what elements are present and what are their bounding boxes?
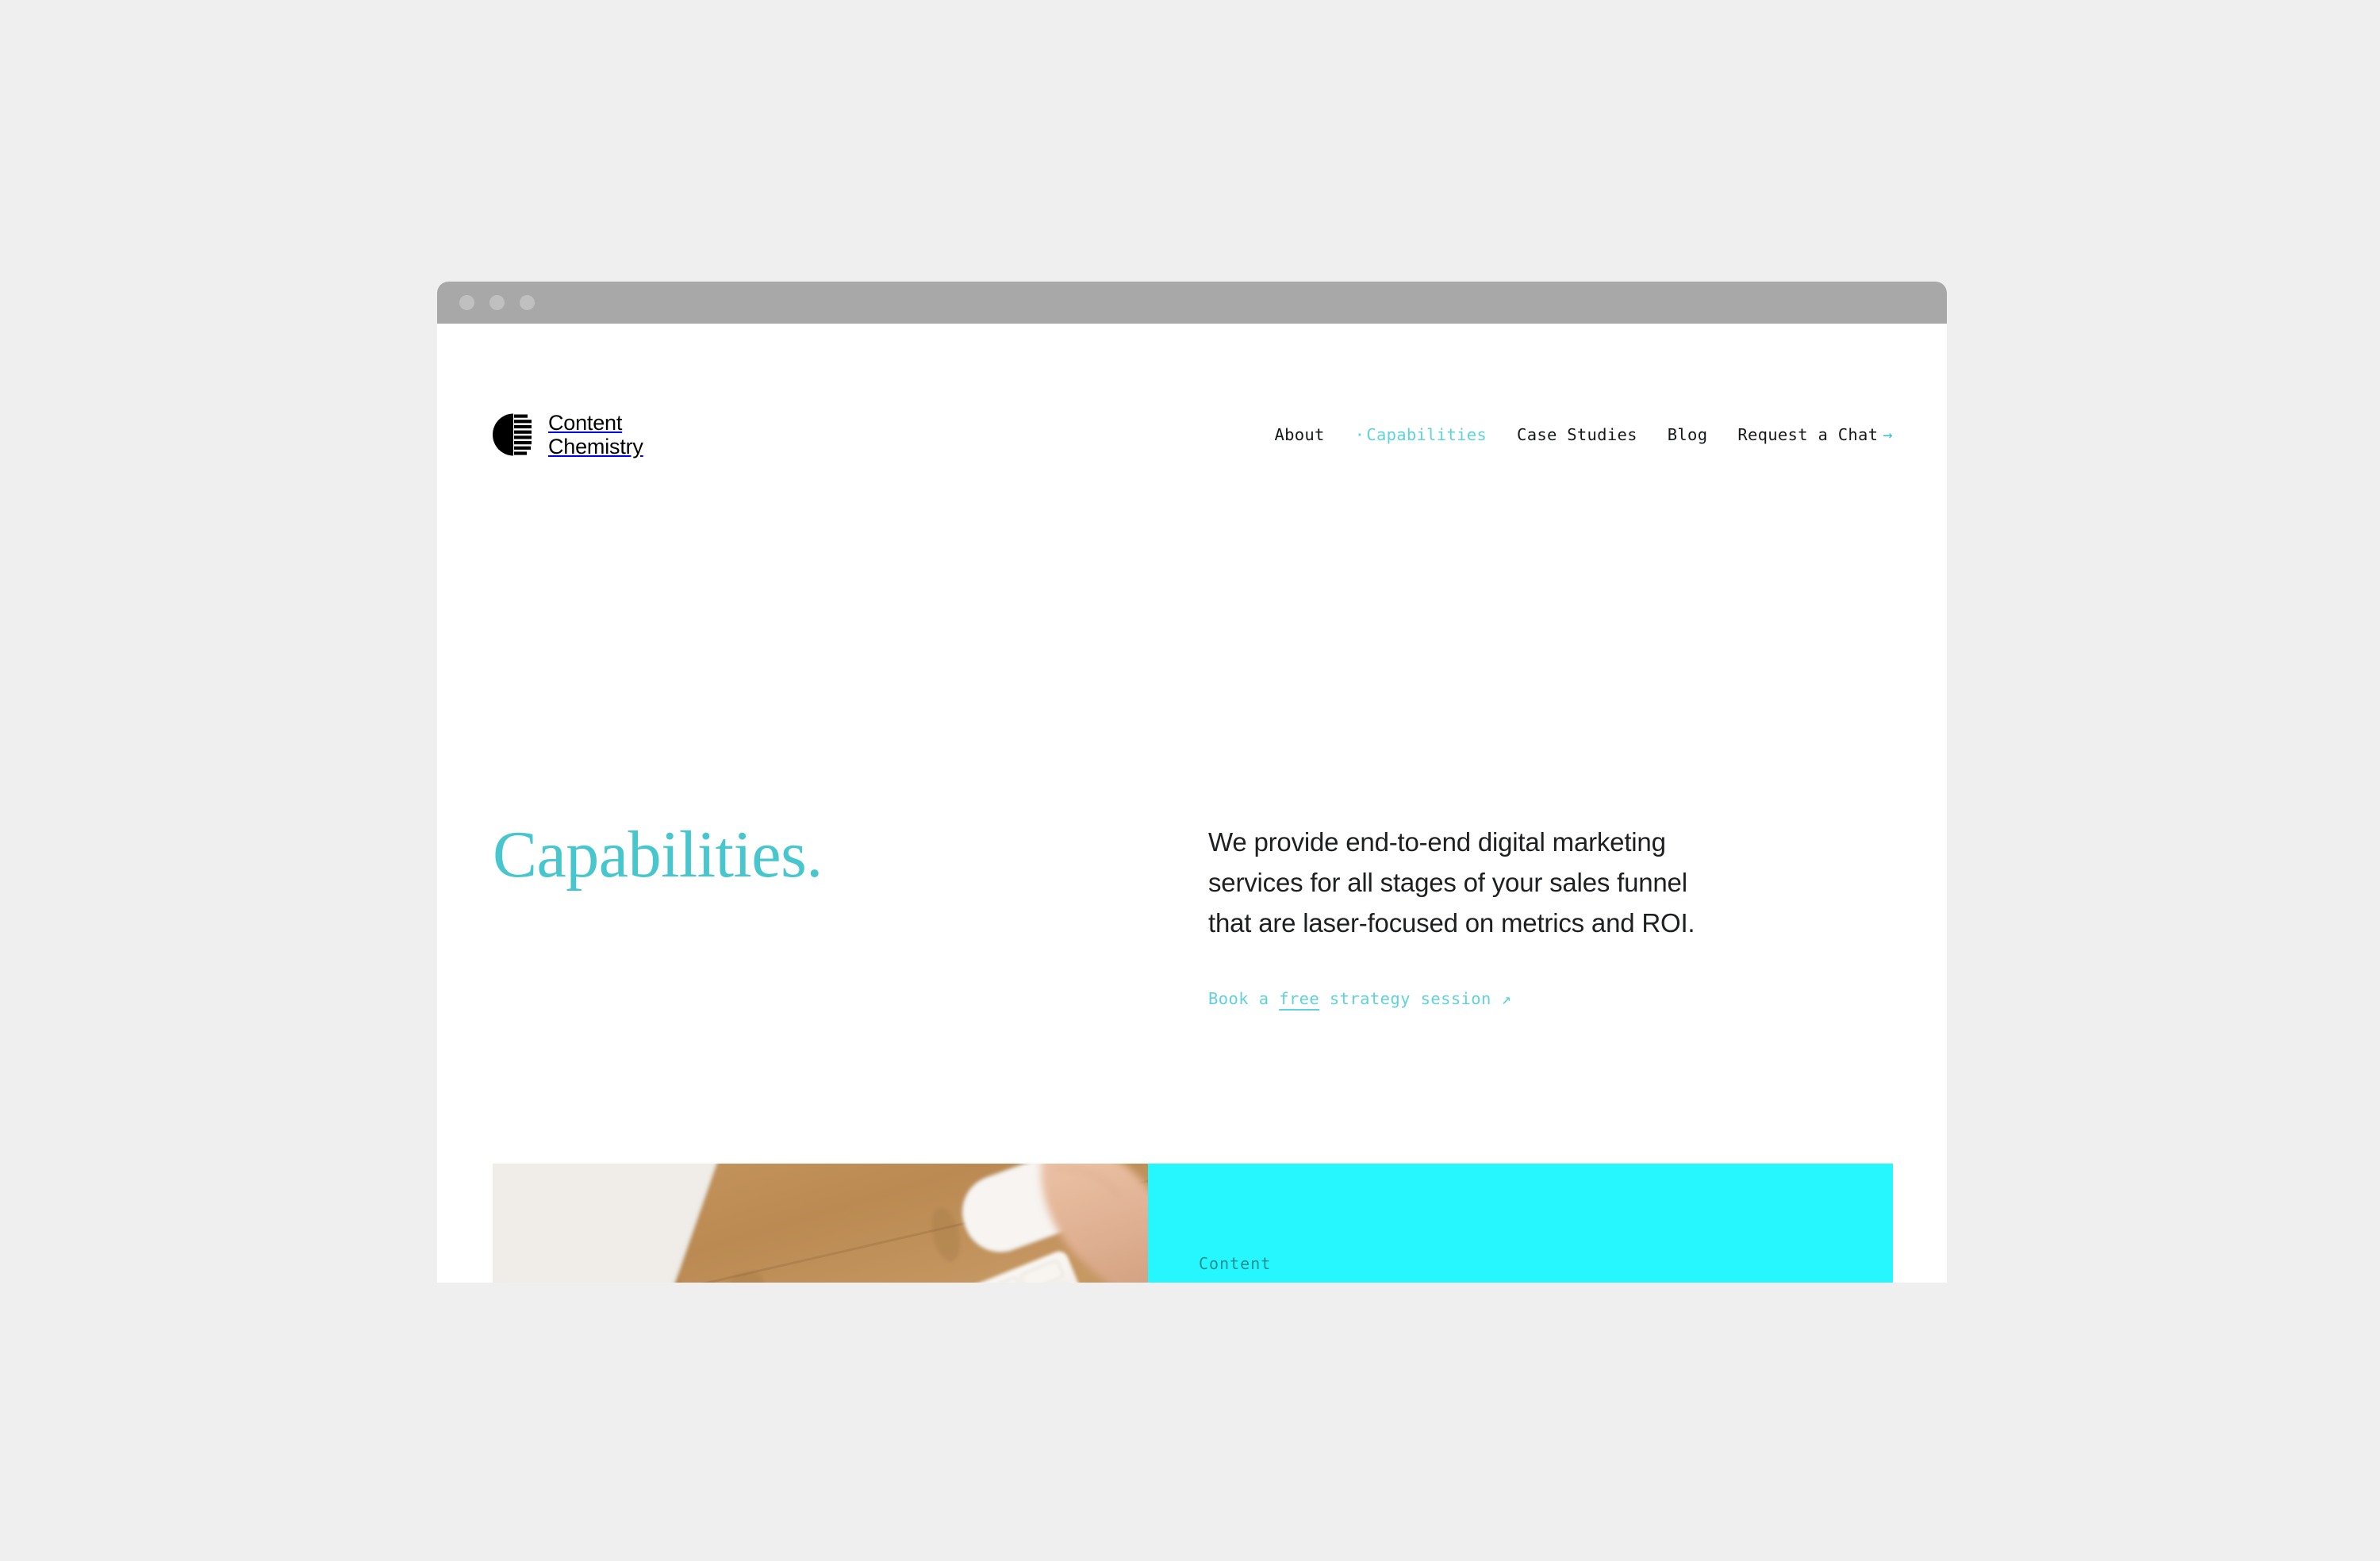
page-content: Content Chemistry About ·Capabilities Ca… <box>437 324 1947 1283</box>
nav-item-case-studies[interactable]: Case Studies <box>1517 425 1637 444</box>
nav-item-capabilities-label: Capabilities <box>1366 425 1488 444</box>
brand-logo-link[interactable]: Content Chemistry <box>493 411 643 458</box>
content-chemistry-mark-icon <box>493 413 532 456</box>
book-strategy-session-link[interactable]: Book a free strategy session ↗ <box>1208 989 1511 1008</box>
hero-link-suffix: strategy session <box>1319 989 1502 1009</box>
nav-item-blog[interactable]: Blog <box>1668 425 1708 444</box>
hero-right-column: We provide end-to-end digital marketing … <box>1175 822 1893 1008</box>
feature-eyebrow: Content <box>1199 1254 1272 1273</box>
feature-panel: Content Content that converts As content… <box>1148 1164 1893 1283</box>
brand-name: Content Chemistry <box>548 410 643 458</box>
nav-item-capabilities[interactable]: ·Capabilities <box>1355 425 1487 444</box>
active-nav-dot-icon: · <box>1354 425 1365 444</box>
feature-section: RELAX <box>493 1164 1893 1283</box>
main-navigation: About ·Capabilities Case Studies Blog Re… <box>1274 425 1893 444</box>
close-dot-icon[interactable] <box>459 295 474 310</box>
desk-keyboard-photo-illustration: RELAX <box>493 1164 1148 1283</box>
arrow-up-right-icon: ↗ <box>1501 989 1512 1009</box>
hero-link-prefix: Book a <box>1208 989 1280 1009</box>
hero-link-underlined-word: free <box>1279 989 1320 1009</box>
hero-paragraph: We provide end-to-end digital marketing … <box>1208 827 1695 938</box>
page-title: Capabilities. <box>493 818 823 892</box>
nav-item-about[interactable]: About <box>1274 425 1324 444</box>
nav-item-request-a-chat[interactable]: Request a Chat → <box>1737 425 1893 444</box>
browser-titlebar <box>437 282 1947 324</box>
site-header: Content Chemistry About ·Capabilities Ca… <box>437 387 1947 482</box>
feature-photo: RELAX <box>493 1164 1148 1283</box>
browser-window: Content Chemistry About ·Capabilities Ca… <box>437 282 1947 1283</box>
nav-item-request-a-chat-label: Request a Chat <box>1737 425 1879 444</box>
minimize-dot-icon[interactable] <box>489 295 505 310</box>
hero-section: Capabilities. We provide end-to-end digi… <box>437 818 1947 1008</box>
maximize-dot-icon[interactable] <box>520 295 535 310</box>
arrow-right-icon: → <box>1883 425 1893 444</box>
